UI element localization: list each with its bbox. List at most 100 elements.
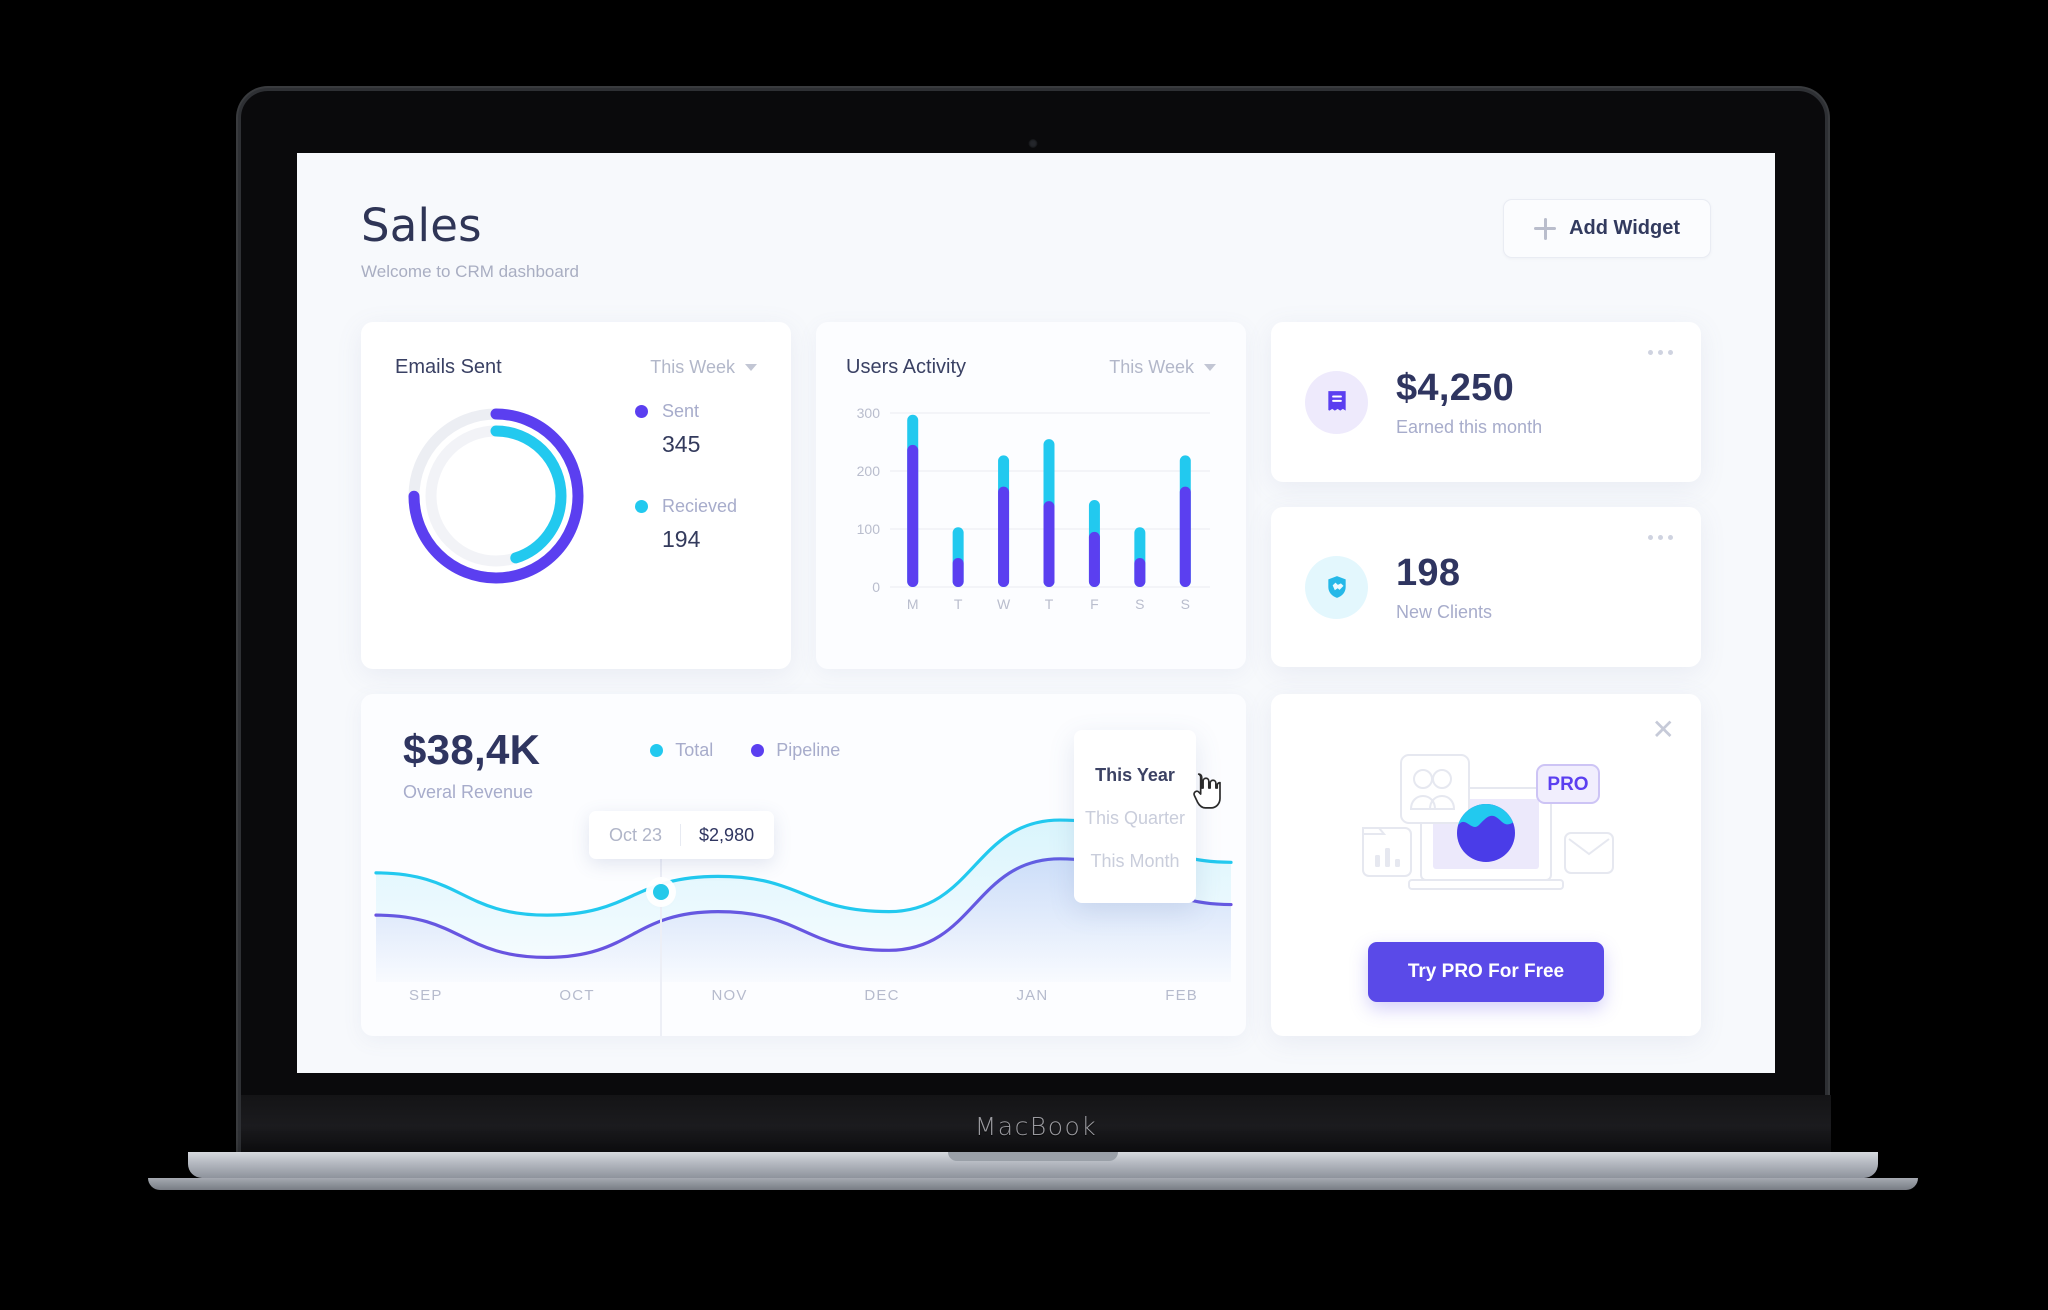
svg-text:T: T bbox=[954, 596, 963, 612]
revenue-period-dropdown-menu[interactable]: This Year This Quarter This Month bbox=[1074, 730, 1196, 903]
pro-badge-text: PRO bbox=[1547, 774, 1588, 795]
legend-value: 345 bbox=[662, 431, 701, 457]
month-tick: DEC bbox=[864, 987, 900, 1004]
dot bbox=[1648, 350, 1653, 355]
dot bbox=[1668, 350, 1673, 355]
month-tick: OCT bbox=[559, 987, 595, 1004]
revenue-label: Overal Revenue bbox=[403, 782, 534, 802]
revenue-x-axis: SEP OCT NOV DEC JAN FEB bbox=[361, 987, 1246, 1004]
page-header: Sales Welcome to CRM dashboard Add Widge… bbox=[361, 199, 1711, 282]
earned-stat-card: $4,250 Earned this month bbox=[1271, 322, 1701, 482]
legend-item: Recieved 194 bbox=[635, 496, 737, 553]
dot bbox=[1658, 350, 1663, 355]
legend-dot-icon bbox=[751, 744, 765, 757]
earned-stat-value: $4,250 bbox=[1396, 366, 1515, 409]
laptop-screen: Sales Welcome to CRM dashboard Add Widge… bbox=[297, 153, 1775, 1073]
activity-period-label: This Week bbox=[1109, 357, 1194, 377]
legend-item-total: Total bbox=[650, 740, 713, 761]
dot bbox=[1668, 535, 1673, 540]
emails-chart-row: Sent 345 Recieved 194 bbox=[395, 401, 757, 591]
tooltip-data-point bbox=[653, 884, 669, 900]
svg-text:200: 200 bbox=[857, 463, 881, 479]
chart-divider bbox=[660, 926, 662, 1036]
dropdown-option-this-quarter[interactable]: This Quarter bbox=[1074, 797, 1196, 840]
legend-name: Recieved bbox=[662, 496, 738, 516]
chevron-down-icon bbox=[745, 364, 757, 371]
users-activity-bar-chart: 0 100 200 300 M T W T F S S bbox=[846, 405, 1216, 617]
pro-promo-card: ✕ PRO Try PRO For Free bbox=[1271, 694, 1701, 1036]
svg-text:0: 0 bbox=[872, 579, 880, 595]
mouse-cursor-pointer-icon bbox=[1193, 773, 1221, 809]
month-tick: SEP bbox=[409, 987, 443, 1004]
earned-stat-label: Earned this month bbox=[1396, 416, 1543, 437]
legend-item-pipeline: Pipeline bbox=[751, 740, 840, 761]
emails-donut-chart bbox=[401, 401, 591, 591]
month-tick: NOV bbox=[711, 987, 748, 1004]
month-tick: FEB bbox=[1165, 987, 1198, 1004]
webcam-icon bbox=[1028, 139, 1038, 148]
emails-period-label: This Week bbox=[650, 357, 735, 377]
svg-text:F: F bbox=[1090, 596, 1099, 612]
legend-item-top: Recieved bbox=[635, 496, 737, 517]
activity-period-dropdown[interactable]: This Week bbox=[1109, 357, 1216, 378]
new-clients-stat-label: New Clients bbox=[1396, 601, 1493, 622]
svg-text:S: S bbox=[1135, 596, 1144, 612]
legend-dot-icon bbox=[635, 405, 648, 418]
svg-text:S: S bbox=[1181, 596, 1190, 612]
legend-name: Sent bbox=[662, 401, 700, 421]
revenue-summary: $38,4K Overal Revenue bbox=[403, 726, 540, 803]
page-subtitle: Welcome to CRM dashboard bbox=[361, 262, 579, 281]
column-emails: Emails Sent This Week Sent 345 Recieved … bbox=[361, 322, 791, 669]
svg-text:W: W bbox=[997, 596, 1011, 612]
activity-card-title: Users Activity bbox=[846, 356, 967, 378]
laptop-bottom-bezel: MacBook bbox=[241, 1095, 1831, 1157]
emails-card-title: Emails Sent bbox=[395, 356, 502, 378]
earned-stat-text: $4,250 Earned this month bbox=[1396, 367, 1542, 438]
emails-legend: Sent 345 Recieved 194 bbox=[635, 401, 737, 591]
legend-dot-icon bbox=[650, 744, 664, 757]
laptop-base-notch bbox=[948, 1152, 1118, 1161]
legend-label: Pipeline bbox=[776, 740, 841, 760]
legend-item: Sent 345 bbox=[635, 401, 737, 458]
revenue-tooltip: Oct 23 $2,980 bbox=[589, 811, 775, 859]
dropdown-option-this-year[interactable]: This Year bbox=[1074, 754, 1196, 797]
tooltip-value: $2,980 bbox=[699, 824, 755, 845]
laptop-lid: Sales Welcome to CRM dashboard Add Widge… bbox=[238, 88, 1831, 1160]
tooltip-separator bbox=[680, 824, 682, 846]
laptop-base bbox=[188, 1152, 1878, 1178]
pro-illustration: PRO bbox=[1271, 738, 1701, 928]
column-stats: $4,250 Earned this month 198 New Clients bbox=[1271, 322, 1701, 669]
svg-text:M: M bbox=[907, 596, 919, 612]
dot bbox=[1658, 535, 1663, 540]
emails-sent-card: Emails Sent This Week Sent 345 Recieved … bbox=[361, 322, 791, 669]
close-icon[interactable]: ✕ bbox=[1652, 716, 1675, 744]
svg-text:300: 300 bbox=[857, 405, 881, 421]
dropdown-option-this-month[interactable]: This Month bbox=[1074, 840, 1196, 883]
column-activity: Users Activity This Week 0 100 200 300 M T W T F… bbox=[816, 322, 1246, 669]
macbook-brand-label: MacBook bbox=[974, 1111, 1098, 1141]
crm-dashboard-app: Sales Welcome to CRM dashboard Add Widge… bbox=[297, 153, 1775, 1073]
dashboard-top-row: Emails Sent This Week Sent 345 Recieved … bbox=[361, 322, 1711, 669]
tooltip-date: Oct 23 bbox=[609, 824, 663, 845]
overall-revenue-card: $38,4K Overal Revenue Total Pipeline Oct… bbox=[361, 694, 1246, 1036]
try-pro-button[interactable]: Try PRO For Free bbox=[1367, 942, 1605, 1002]
dashboard-bottom-row: $38,4K Overal Revenue Total Pipeline Oct… bbox=[361, 694, 1711, 1036]
svg-text:T: T bbox=[1045, 596, 1054, 612]
legend-item-top: Sent bbox=[635, 401, 737, 422]
svg-text:100: 100 bbox=[857, 521, 881, 537]
add-widget-button[interactable]: Add Widget bbox=[1503, 199, 1711, 258]
emails-period-dropdown[interactable]: This Week bbox=[650, 357, 757, 378]
dot bbox=[1648, 535, 1653, 540]
page-header-text: Sales Welcome to CRM dashboard bbox=[361, 199, 579, 282]
handshake-shield-icon bbox=[1305, 555, 1368, 619]
legend-value: 194 bbox=[662, 526, 701, 552]
month-tick: JAN bbox=[1016, 987, 1049, 1004]
earned-card-menu-button[interactable] bbox=[1648, 350, 1673, 355]
page-title: Sales bbox=[361, 199, 482, 252]
revenue-amount: $38,4K bbox=[403, 726, 541, 773]
new-clients-stat-card: 198 New Clients bbox=[1271, 507, 1701, 667]
laptop-foot-shadow bbox=[148, 1178, 1918, 1190]
revenue-legend: Total Pipeline bbox=[650, 740, 840, 761]
new-clients-card-menu-button[interactable] bbox=[1648, 535, 1673, 540]
legend-dot-icon bbox=[635, 500, 648, 513]
